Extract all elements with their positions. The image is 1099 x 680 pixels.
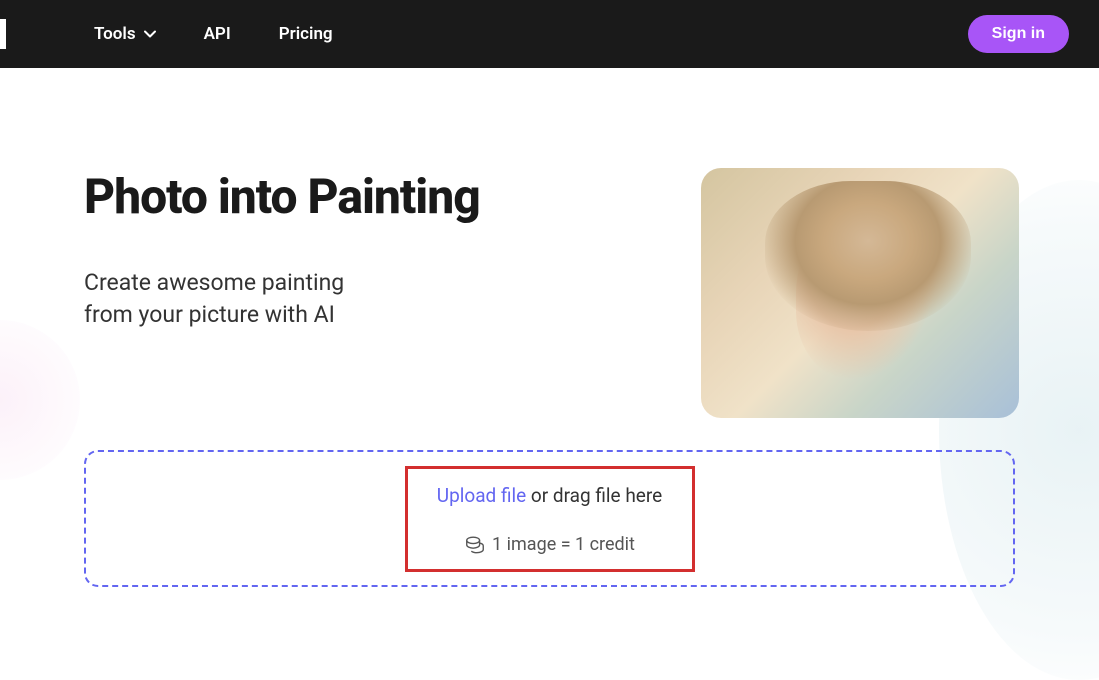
chevron-down-icon [144, 28, 156, 40]
nav-left: Tools API Pricing [0, 19, 333, 49]
sign-in-button[interactable]: Sign in [968, 15, 1069, 53]
upload-text: Upload file or drag file here [106, 484, 993, 507]
nav-api-label: API [204, 24, 231, 44]
nav-pricing-label: Pricing [279, 24, 333, 44]
subtitle-line1: Create awesome painting [84, 269, 344, 296]
main-content: Photo into Painting Create awesome paint… [0, 68, 1099, 418]
upload-file-link[interactable]: Upload file [437, 484, 526, 507]
text-section: Photo into Painting Create awesome paint… [84, 168, 641, 418]
nav-api[interactable]: API [204, 24, 231, 44]
credit-info: 1 image = 1 credit [106, 533, 993, 555]
upload-drag-text: or drag file here [526, 484, 662, 507]
coins-icon [464, 533, 486, 555]
page-title: Photo into Painting [84, 168, 641, 225]
nav-items: Tools API Pricing [94, 24, 333, 44]
navbar: Tools API Pricing Sign in [0, 0, 1099, 68]
credit-text: 1 image = 1 credit [492, 534, 635, 555]
upload-zone[interactable]: Upload file or drag file here 1 image = … [84, 450, 1015, 587]
highlight-box [405, 466, 695, 572]
subtitle-line2: from your picture with AI [84, 301, 335, 328]
nav-tools-label: Tools [94, 24, 136, 44]
subtitle: Create awesome painting from your pictur… [84, 267, 641, 331]
nav-tools[interactable]: Tools [94, 24, 156, 44]
nav-pricing[interactable]: Pricing [279, 24, 333, 44]
hero-image [701, 168, 1019, 418]
logo-edge [0, 19, 6, 49]
